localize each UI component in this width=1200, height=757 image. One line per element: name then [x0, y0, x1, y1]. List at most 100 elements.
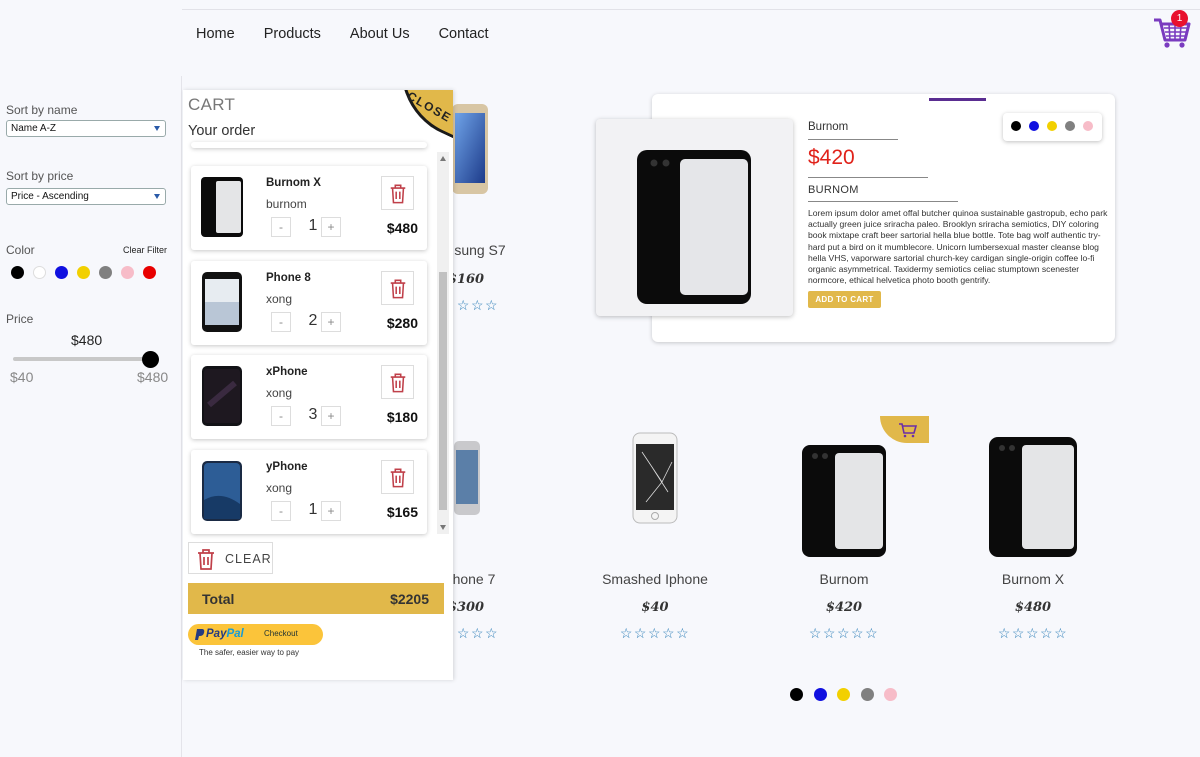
remove-item-button[interactable]: [381, 365, 414, 399]
color-swatch[interactable]: [77, 266, 90, 279]
color-swatch[interactable]: [1029, 121, 1039, 131]
color-swatch[interactable]: [1083, 121, 1093, 131]
price-slider-track[interactable]: [13, 357, 153, 361]
cart-item-name: Phone 8: [266, 271, 311, 284]
cart-item: Burnom Xburnom -1 + $480: [191, 166, 427, 250]
sort-name-value: Name A-Z: [11, 123, 57, 134]
trash-icon: [390, 468, 406, 487]
cart-item-price: $180: [386, 409, 418, 425]
product-price: $420: [825, 600, 863, 615]
cart-item-name: yPhone: [266, 460, 308, 473]
add-to-cart-badge[interactable]: [880, 416, 929, 443]
remove-item-button[interactable]: [381, 270, 414, 305]
sort-name-select[interactable]: Name A-Z: [6, 120, 166, 137]
remove-item-button[interactable]: [381, 459, 414, 494]
paypal-checkout-button[interactable]: PayPal Checkout: [188, 624, 323, 645]
nav-contact[interactable]: Contact: [439, 26, 489, 42]
decrease-qty-button[interactable]: -: [271, 500, 291, 521]
color-swatch[interactable]: [1011, 121, 1021, 131]
product-name[interactable]: Smashed Iphone: [575, 571, 735, 587]
cart-item-price: $165: [386, 503, 418, 520]
product-image[interactable]: [632, 432, 678, 524]
scroll-down-arrow[interactable]: [440, 525, 446, 530]
paypal-checkout-label: Checkout: [264, 629, 298, 638]
paypal-icon: [195, 629, 205, 640]
cart-item-name: xPhone: [266, 366, 308, 378]
carousel-dot[interactable]: [837, 688, 850, 701]
increase-qty-button[interactable]: +: [321, 500, 341, 521]
cart-item-image: [202, 460, 242, 521]
color-swatch[interactable]: [121, 266, 134, 279]
total-value: $2205: [390, 591, 429, 607]
total-label: Total: [202, 591, 235, 607]
main-nav: Home Products About Us Contact: [182, 10, 504, 58]
product-image[interactable]: [452, 440, 482, 516]
color-swatch[interactable]: [1065, 121, 1075, 131]
detail-color-swatches: [1003, 113, 1102, 141]
shopping-cart-icon: [899, 423, 918, 438]
decrease-qty-button[interactable]: -: [271, 311, 291, 332]
carousel-dot[interactable]: [860, 688, 874, 701]
chevron-down-icon: [154, 194, 160, 199]
carousel-dot[interactable]: [884, 688, 897, 701]
sidebar-divider: [181, 76, 182, 757]
nav-products[interactable]: Products: [264, 26, 321, 42]
product-image[interactable]: [988, 436, 1078, 558]
price-slider-thumb[interactable]: [142, 351, 159, 368]
paypal-tagline: The safer, easier way to pay: [199, 648, 300, 657]
chevron-down-icon: [154, 126, 160, 131]
paypal-logo: PayPal: [206, 628, 244, 640]
detail-description: Lorem ipsum dolor amet offal butcher qui…: [808, 208, 1108, 286]
remove-item-button[interactable]: [381, 176, 414, 210]
cart-item-price: $480: [386, 220, 418, 236]
color-swatch[interactable]: [99, 266, 112, 279]
detail-brand: Burnom: [808, 121, 849, 133]
price-label: Price: [6, 312, 34, 326]
decrease-qty-button[interactable]: -: [271, 406, 291, 426]
cart-button[interactable]: 1: [1152, 10, 1192, 50]
cart-item-brand: xong: [266, 386, 293, 400]
product-price: $480: [1014, 600, 1052, 615]
product-image[interactable]: [801, 444, 887, 558]
cart-title: CART: [188, 95, 236, 114]
nav-about-us[interactable]: About Us: [350, 26, 410, 42]
cart-subtitle: Your order: [188, 123, 256, 139]
product-name[interactable]: Burnom X: [953, 571, 1113, 587]
carousel-dot[interactable]: [813, 688, 827, 701]
cart-item-price: $280: [386, 314, 418, 331]
phone-image: [637, 150, 751, 304]
color-swatch[interactable]: [1047, 121, 1057, 131]
color-swatch[interactable]: [55, 266, 68, 279]
trash-icon: [390, 373, 406, 393]
sort-name-label: Sort by name: [6, 103, 78, 117]
carousel-dot[interactable]: [790, 688, 803, 701]
product-name[interactable]: Burnom: [764, 571, 924, 587]
product-rating[interactable]: ☆☆☆☆☆: [575, 625, 735, 642]
color-swatch[interactable]: [33, 266, 46, 279]
decrease-qty-button[interactable]: -: [271, 217, 291, 237]
divider: [808, 201, 958, 202]
color-label: Color: [6, 243, 35, 257]
increase-qty-button[interactable]: +: [321, 217, 341, 237]
increase-qty-button[interactable]: +: [321, 311, 341, 332]
detail-product-image: [596, 119, 793, 316]
add-to-cart-button[interactable]: ADD TO CART: [808, 291, 881, 308]
clear-filter-link[interactable]: Clear Filter: [123, 245, 167, 255]
product-rating[interactable]: ☆☆☆☆☆: [764, 625, 924, 642]
scroll-thumb[interactable]: [439, 272, 447, 510]
cart-total-bar: Total $2205: [188, 583, 444, 614]
product-rating[interactable]: ☆☆☆☆☆: [953, 625, 1113, 642]
cart-item-name: Burnom X: [266, 177, 321, 189]
cart-item: xPhone xong -3 + $180: [191, 355, 427, 439]
cart-scrollbar[interactable]: [437, 152, 449, 534]
sort-price-value: Price - Ascending: [11, 191, 89, 202]
increase-qty-button[interactable]: +: [321, 406, 341, 426]
color-swatch[interactable]: [11, 266, 24, 279]
color-swatch[interactable]: [143, 266, 156, 279]
detail-accent-bar: [929, 98, 986, 101]
nav-home[interactable]: Home: [196, 26, 235, 42]
sort-price-select[interactable]: Price - Ascending: [6, 188, 166, 205]
scroll-up-arrow[interactable]: [440, 156, 446, 161]
detail-name: BURNOM: [808, 184, 859, 196]
clear-cart-button[interactable]: CLEAR: [188, 542, 273, 574]
